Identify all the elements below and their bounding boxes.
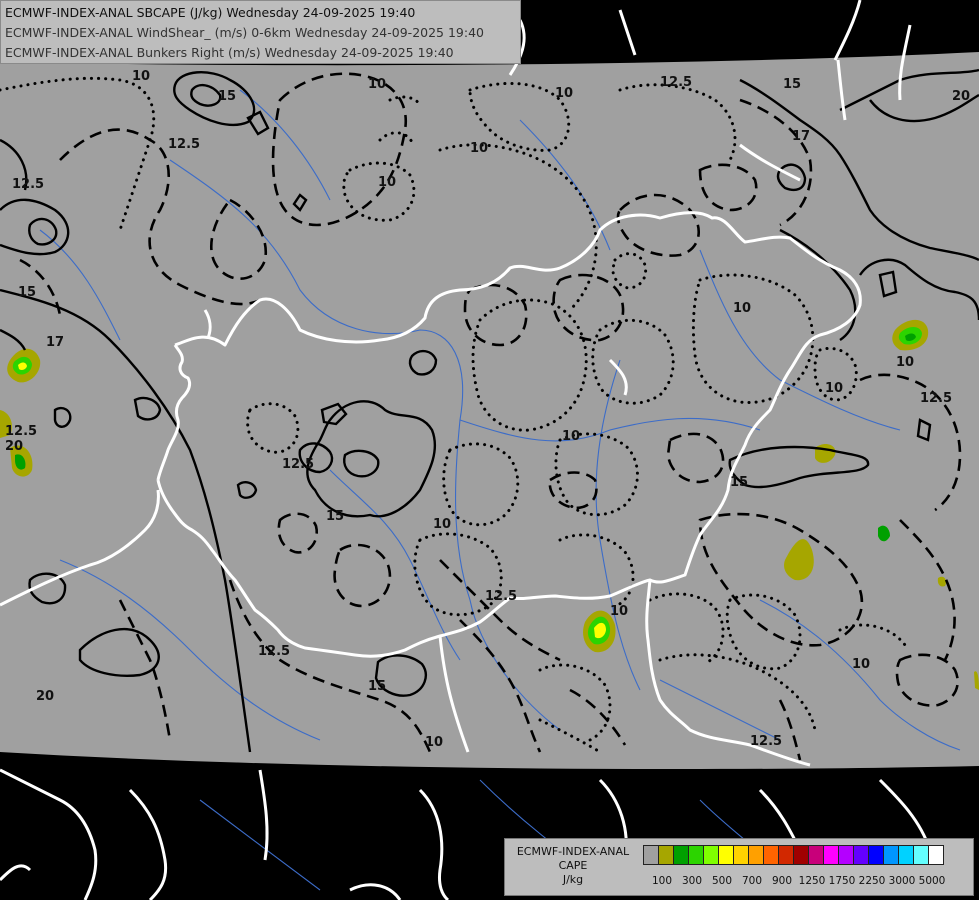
legend-swatch: [748, 845, 764, 865]
contour-label: 12.5: [282, 457, 314, 472]
contour-label: 17: [792, 129, 810, 144]
weather-map: 10 12.5 15 10 12.5 15 17 10 10 12.5 15 1…: [0, 0, 979, 900]
legend-tick-label: 300: [681, 875, 703, 887]
contour-label: 12.5: [750, 734, 782, 749]
legend-swatch: [823, 845, 839, 865]
contour-label: 15: [18, 285, 36, 300]
cape-legend: ECMWF-INDEX-ANAL CAPE J/kg 100 300 500 700 9…: [504, 838, 974, 896]
contour-label: 10: [433, 517, 451, 532]
legend-tick-labels: 100 300 500 700 900 1250 1750 2250 3000 5000: [643, 875, 973, 889]
contour-label: 10: [378, 175, 396, 190]
legend-title-unit: J/kg: [562, 873, 584, 886]
contour-label: 20: [952, 89, 970, 104]
contour-label: 12.5: [5, 424, 37, 439]
contour-label: 15: [326, 509, 344, 524]
forecast-data-area: [0, 52, 979, 770]
legend-swatch: [928, 845, 944, 865]
legend-swatch: [673, 845, 689, 865]
legend-swatch: [793, 845, 809, 865]
contour-label: 10: [555, 86, 573, 101]
contour-label: 20: [5, 439, 23, 454]
contour-label: 15: [783, 77, 801, 92]
contour-label: 10: [132, 69, 150, 84]
map-title-box: ECMWF-INDEX-ANAL SBCAPE (J/kg) Wednesday…: [0, 0, 521, 64]
legend-swatch: [913, 845, 929, 865]
legend-swatch: [643, 845, 659, 865]
contour-label: 15: [218, 89, 236, 104]
contour-label: 10: [852, 657, 870, 672]
legend-swatch: [868, 845, 884, 865]
contour-label: 10: [425, 735, 443, 750]
contour-label: 15: [368, 679, 386, 694]
legend-swatch: [853, 845, 869, 865]
legend-swatch: [658, 845, 674, 865]
contour-label: 10: [610, 604, 628, 619]
legend-title-model: ECMWF-INDEX-ANAL: [516, 845, 630, 858]
contour-label: 10: [896, 355, 914, 370]
legend-tick-label: 1250: [798, 875, 826, 887]
legend-title-param: CAPE: [558, 859, 588, 872]
legend-swatch: [688, 845, 704, 865]
legend-tick-label: 5000: [918, 875, 946, 887]
contour-label: 12.5: [660, 75, 692, 90]
map-title-windshear: ECMWF-INDEX-ANAL WindShear_ (m/s) 0-6km …: [5, 25, 484, 40]
legend-tick-label: 500: [711, 875, 733, 887]
contour-label: 20: [36, 689, 54, 704]
legend-swatch: [838, 845, 854, 865]
contour-label: 17: [46, 335, 64, 350]
legend-swatch: [718, 845, 734, 865]
contour-label: 10: [733, 301, 751, 316]
contour-label: 12.5: [485, 589, 517, 604]
legend-swatch: [703, 845, 719, 865]
legend-swatch: [898, 845, 914, 865]
contour-label: 10: [825, 381, 843, 396]
map-title-bunkers: ECMWF-INDEX-ANAL Bunkers Right (m/s) Wed…: [5, 45, 454, 60]
contour-label: 12.5: [258, 644, 290, 659]
legend-tick-label: 100: [651, 875, 673, 887]
contour-label: 10: [368, 77, 386, 92]
legend-colorbar: [643, 845, 944, 865]
contour-label: 12.5: [168, 137, 200, 152]
legend-tick-label: 3000: [888, 875, 916, 887]
contour-label: 10: [470, 141, 488, 156]
contour-label: 12.5: [920, 391, 952, 406]
legend-tick-label: 700: [741, 875, 763, 887]
legend-swatch: [733, 845, 749, 865]
legend-swatch: [808, 845, 824, 865]
legend-tick-label: 1750: [828, 875, 856, 887]
contour-label: 15: [730, 475, 748, 490]
legend-swatch: [763, 845, 779, 865]
legend-title: ECMWF-INDEX-ANAL CAPE J/kg: [509, 845, 637, 887]
contour-label: 10: [562, 429, 580, 444]
legend-swatch: [778, 845, 794, 865]
legend-swatch: [883, 845, 899, 865]
map-title-cape: ECMWF-INDEX-ANAL SBCAPE (J/kg) Wednesday…: [5, 5, 416, 20]
contour-label: 12.5: [12, 177, 44, 192]
legend-tick-label: 900: [771, 875, 793, 887]
legend-tick-label: 2250: [858, 875, 886, 887]
